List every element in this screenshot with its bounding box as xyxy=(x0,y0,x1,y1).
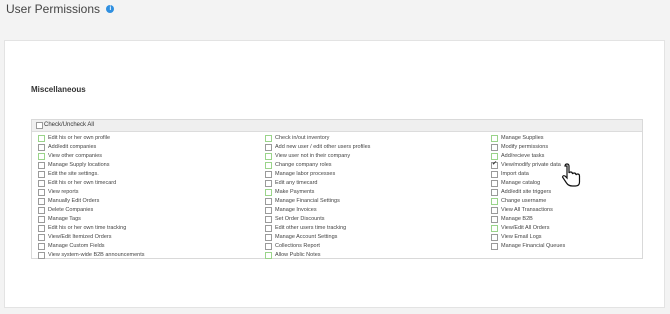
permission-label: Manage Custom Fields xyxy=(48,243,105,249)
permission-label: Edit his or her own profile xyxy=(48,135,111,141)
permission-label: Manage Supplies xyxy=(501,135,544,141)
permission-checkbox[interactable] xyxy=(265,252,272,259)
permission-checkbox[interactable] xyxy=(491,234,498,241)
permission-label: View user not in their company xyxy=(275,153,351,159)
permission-label: Manage Tags xyxy=(48,216,81,222)
permission-label: Edit his or her own timecard xyxy=(48,180,117,186)
permission-label: Manage Account Settings xyxy=(275,234,338,240)
permission-label: Manage labor processes xyxy=(275,171,336,177)
permission-label: Modify permissions xyxy=(501,144,549,150)
permission-label: Manually Edit Orders xyxy=(48,198,100,204)
permission-label: Import data xyxy=(501,171,529,177)
permission-checkbox[interactable] xyxy=(38,243,45,250)
permission-label: Allow Public Notes xyxy=(275,252,321,258)
permission-label: View All Transactions xyxy=(501,207,553,213)
permission-label: Change username xyxy=(501,198,547,204)
permission-checkbox[interactable] xyxy=(265,216,272,223)
permission-checkbox[interactable] xyxy=(491,153,498,160)
permission-checkbox[interactable] xyxy=(265,234,272,241)
info-icon[interactable]: i xyxy=(106,4,115,13)
page-title: User Permissions i xyxy=(6,2,115,16)
permission-label: Edit his or her own time tracking xyxy=(48,225,127,231)
hand-pointer-icon xyxy=(561,163,581,187)
check-all-label: Check/Uncheck All xyxy=(44,122,95,128)
permission-checkbox[interactable] xyxy=(265,162,272,169)
permission-checkbox[interactable] xyxy=(38,207,45,214)
permission-checkbox[interactable] xyxy=(265,198,272,205)
permission-checkbox[interactable] xyxy=(491,135,498,142)
permission-checkbox[interactable] xyxy=(265,207,272,214)
permission-label: Add/recieve tasks xyxy=(501,153,545,159)
permission-checkbox[interactable] xyxy=(38,144,45,151)
permission-checkbox[interactable] xyxy=(491,180,498,187)
permission-checkbox[interactable] xyxy=(491,207,498,214)
permission-checkbox[interactable] xyxy=(491,171,498,178)
permission-label: Edit the site settings. xyxy=(48,171,99,177)
permission-checkbox[interactable]: ✔ xyxy=(491,161,498,169)
section-title: Miscellaneous xyxy=(31,85,86,94)
permission-checkbox[interactable] xyxy=(265,225,272,232)
permission-label: Add/edit companies xyxy=(48,144,97,150)
permission-checkbox[interactable] xyxy=(38,153,45,160)
permission-label: View reports xyxy=(48,189,79,195)
permission-checkbox[interactable] xyxy=(265,180,272,187)
permission-label: Collections Report xyxy=(275,243,320,249)
check-all-checkbox[interactable] xyxy=(36,122,43,129)
permission-checkbox[interactable] xyxy=(265,189,272,196)
permission-label: Make Payments xyxy=(275,189,315,195)
check-all-row: Check/Uncheck All xyxy=(32,120,642,132)
permission-checkbox[interactable] xyxy=(265,144,272,151)
permission-checkbox[interactable] xyxy=(38,135,45,142)
permission-checkbox[interactable] xyxy=(38,162,45,169)
permission-label: View other companies xyxy=(48,153,103,159)
permission-label: View system-wide B2B announcements xyxy=(48,252,145,258)
permission-checkbox[interactable] xyxy=(491,189,498,196)
checkmark-icon: ✔ xyxy=(492,161,498,167)
permission-label: Set Order Discounts xyxy=(275,216,325,222)
permission-label: Edit any timecard xyxy=(275,180,318,186)
permission-checkbox[interactable] xyxy=(265,243,272,250)
permission-checkbox[interactable] xyxy=(38,252,45,259)
permission-checkbox[interactable] xyxy=(265,171,272,178)
permission-label: View/Edit Itemized Orders xyxy=(48,234,112,240)
permission-label: View Email Logs xyxy=(501,234,542,240)
permission-checkbox[interactable] xyxy=(38,180,45,187)
permission-label: Manage Financial Settings xyxy=(275,198,340,204)
permission-checkbox[interactable] xyxy=(38,198,45,205)
permission-label: View/modify private data xyxy=(501,162,561,168)
permission-checkbox[interactable] xyxy=(38,189,45,196)
permission-checkbox[interactable] xyxy=(38,216,45,223)
permissions-panel: Check/Uncheck All Edit his or her own pr… xyxy=(31,119,643,259)
permission-label: Manage Financial Queues xyxy=(501,243,566,249)
permission-label: Manage B2B xyxy=(501,216,533,222)
permission-label: Manage Invoices xyxy=(275,207,317,213)
permission-checkbox[interactable] xyxy=(265,135,272,142)
permission-label: Change company roles xyxy=(275,162,332,168)
permission-checkbox[interactable] xyxy=(265,153,272,160)
page-title-text: User Permissions xyxy=(6,2,101,16)
permission-checkbox[interactable] xyxy=(491,243,498,250)
permission-label: Check in/out inventory xyxy=(275,135,330,141)
permission-label: View/Edit All Orders xyxy=(501,225,550,231)
permission-checkbox[interactable] xyxy=(491,216,498,223)
permission-checkbox[interactable] xyxy=(491,144,498,151)
permission-label: Delete Companies xyxy=(48,207,94,213)
permission-label: Edit other users time tracking xyxy=(275,225,347,231)
permission-checkbox[interactable] xyxy=(491,225,498,232)
permission-label: Manage catalog xyxy=(501,180,541,186)
permission-label: Add new user / edit other users profiles xyxy=(275,144,371,150)
permission-label: Manage Supply locations xyxy=(48,162,110,168)
permission-checkbox[interactable] xyxy=(38,225,45,232)
permission-checkbox[interactable] xyxy=(38,171,45,178)
permission-label: Add/edit site triggers xyxy=(501,189,552,195)
permission-checkbox[interactable] xyxy=(491,198,498,205)
permission-checkbox[interactable] xyxy=(38,234,45,241)
